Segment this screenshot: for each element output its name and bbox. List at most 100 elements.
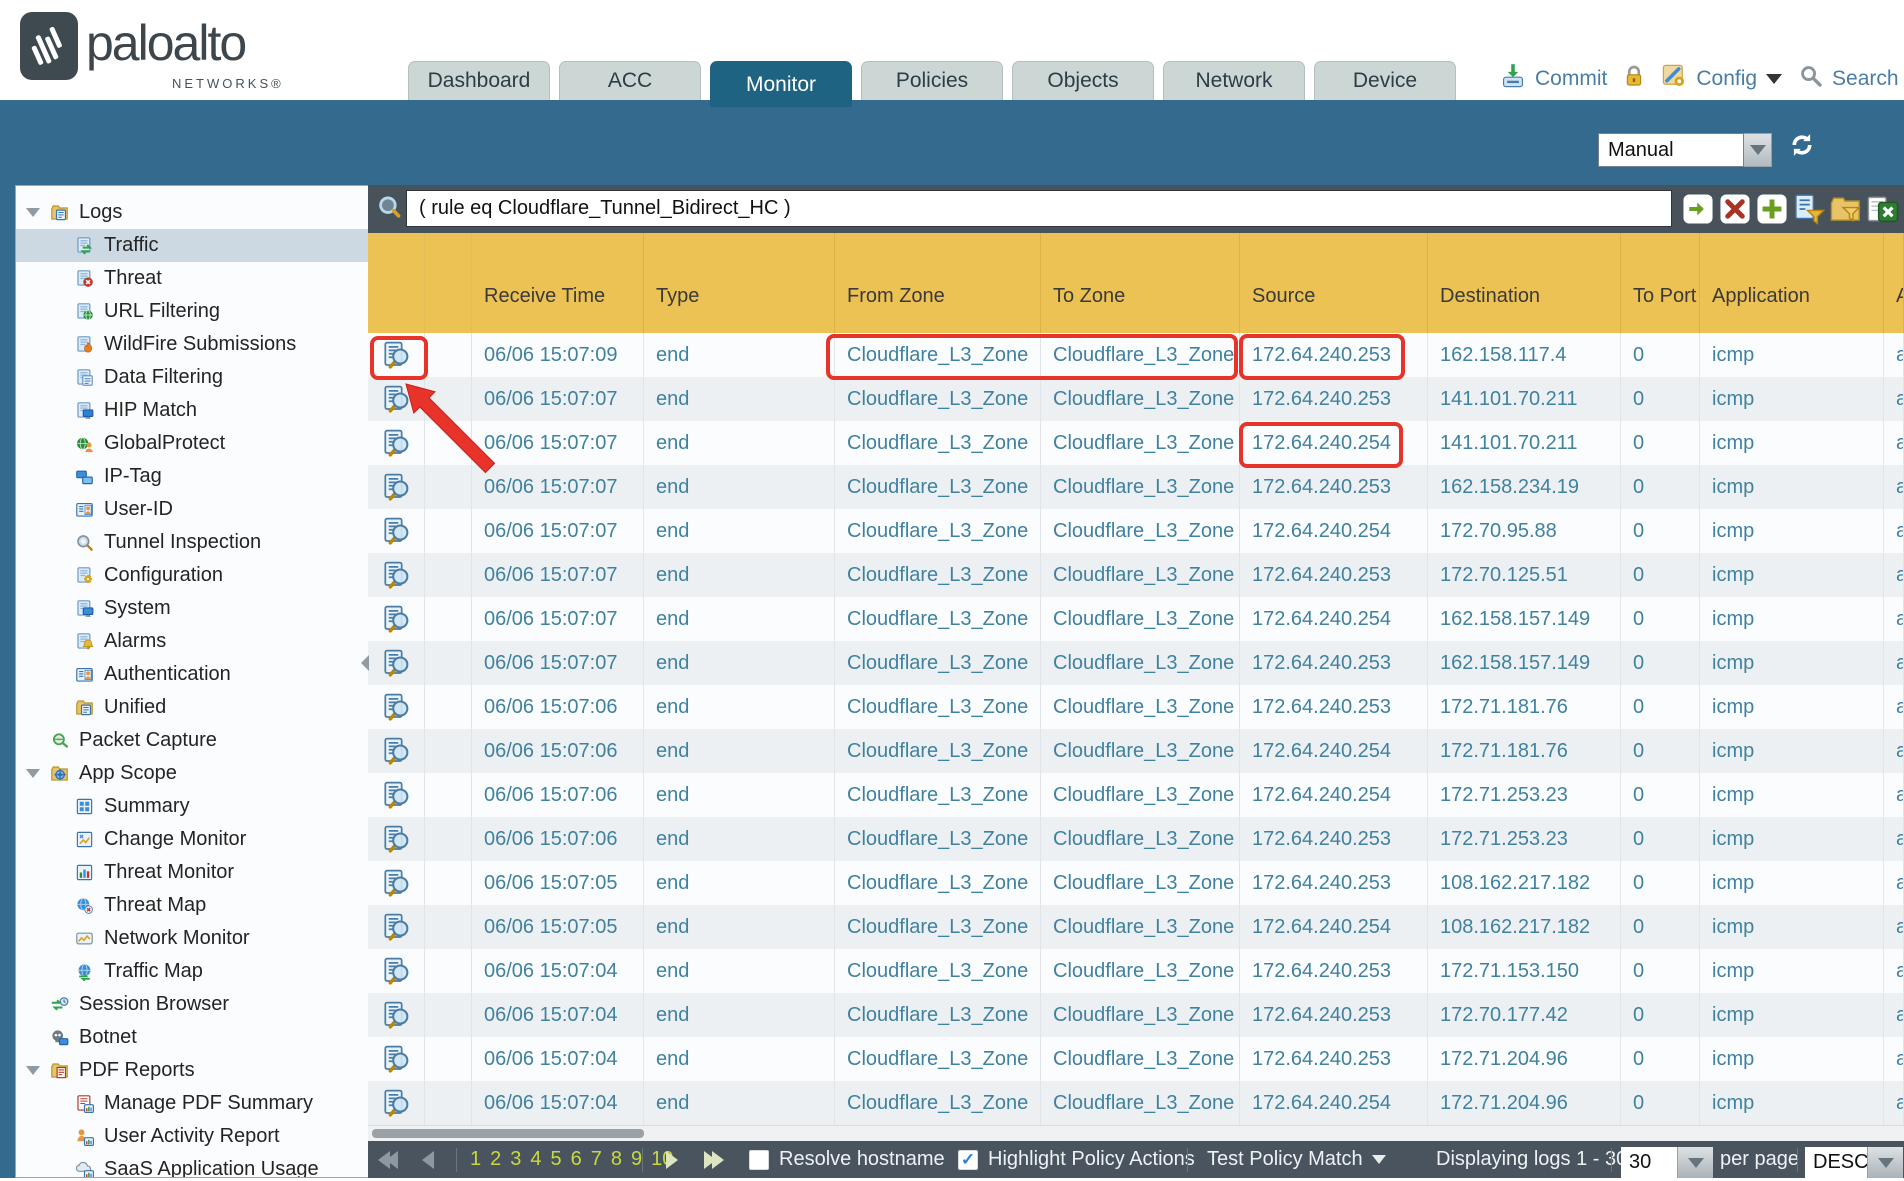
log-detail-icon[interactable] bbox=[368, 333, 425, 377]
col-header-to-port[interactable]: To Port bbox=[1621, 233, 1700, 333]
apply-filter-icon[interactable] bbox=[1682, 193, 1714, 225]
highlight-policy-checkbox[interactable]: ✓ bbox=[958, 1150, 978, 1170]
log-row[interactable]: 06/06 15:07:04endCloudflare_L3_ZoneCloud… bbox=[368, 993, 1904, 1037]
log-row[interactable]: 06/06 15:07:05endCloudflare_L3_ZoneCloud… bbox=[368, 861, 1904, 905]
sidebar-item-traffic[interactable]: Traffic bbox=[16, 229, 368, 262]
sidebar-item-manage-pdf-summary[interactable]: Manage PDF Summary bbox=[16, 1087, 368, 1120]
log-detail-icon[interactable] bbox=[368, 685, 425, 729]
tab-network[interactable]: Network bbox=[1163, 61, 1305, 100]
log-detail-icon[interactable] bbox=[368, 1081, 425, 1125]
sidebar-item-configuration[interactable]: Configuration bbox=[16, 559, 368, 592]
log-row[interactable]: 06/06 15:07:06endCloudflare_L3_ZoneCloud… bbox=[368, 817, 1904, 861]
refresh-icon[interactable] bbox=[1788, 131, 1816, 164]
page-number-2[interactable]: 2 bbox=[490, 1148, 501, 1171]
log-detail-icon[interactable] bbox=[368, 905, 425, 949]
log-row[interactable]: 06/06 15:07:07endCloudflare_L3_ZoneCloud… bbox=[368, 641, 1904, 685]
log-row[interactable]: 06/06 15:07:05endCloudflare_L3_ZoneCloud… bbox=[368, 905, 1904, 949]
lock-icon[interactable] bbox=[1622, 64, 1646, 94]
log-detail-icon[interactable] bbox=[368, 553, 425, 597]
log-detail-icon[interactable] bbox=[368, 729, 425, 773]
tab-dashboard[interactable]: Dashboard bbox=[408, 61, 550, 100]
search-button[interactable]: Search bbox=[1832, 67, 1899, 91]
log-detail-icon[interactable] bbox=[368, 377, 425, 421]
horizontal-scrollbar-thumb[interactable] bbox=[372, 1129, 644, 1138]
sidebar-item-user-id[interactable]: User-ID bbox=[16, 493, 368, 526]
sidebar-item-network-monitor[interactable]: Network Monitor bbox=[16, 922, 368, 955]
log-row[interactable]: 06/06 15:07:04endCloudflare_L3_ZoneCloud… bbox=[368, 1037, 1904, 1081]
sidebar-item-traffic-map[interactable]: Traffic Map bbox=[16, 955, 368, 988]
tab-objects[interactable]: Objects bbox=[1012, 61, 1154, 100]
resolve-hostname-checkbox[interactable] bbox=[749, 1150, 769, 1170]
sidebar-item-threat-monitor[interactable]: Threat Monitor bbox=[16, 856, 368, 889]
log-detail-icon[interactable] bbox=[368, 817, 425, 861]
col-header-destination[interactable]: Destination bbox=[1428, 233, 1621, 333]
page-number-8[interactable]: 8 bbox=[611, 1148, 622, 1171]
sidebar-item-hip-match[interactable]: HIP Match bbox=[16, 394, 368, 427]
search-icon[interactable] bbox=[1799, 64, 1823, 94]
log-row[interactable]: 06/06 15:07:04endCloudflare_L3_ZoneCloud… bbox=[368, 949, 1904, 993]
commit-button[interactable]: Commit bbox=[1535, 67, 1607, 91]
per-page-caret-icon[interactable] bbox=[1677, 1147, 1713, 1178]
log-row[interactable]: 06/06 15:07:06endCloudflare_L3_ZoneCloud… bbox=[368, 773, 1904, 817]
sidebar-collapse-handle[interactable] bbox=[361, 648, 370, 678]
sidebar-item-globalprotect[interactable]: GlobalProtect bbox=[16, 427, 368, 460]
sidebar-item-packet-capture[interactable]: Packet Capture bbox=[16, 724, 368, 757]
col-header-from-zone[interactable]: From Zone bbox=[835, 233, 1041, 333]
sidebar-item-authentication[interactable]: Authentication bbox=[16, 658, 368, 691]
col-header-a[interactable]: A bbox=[1884, 233, 1904, 333]
test-policy-match-button[interactable]: Test Policy Match bbox=[1207, 1141, 1386, 1178]
log-detail-icon[interactable] bbox=[368, 509, 425, 553]
commit-icon[interactable] bbox=[1500, 63, 1526, 95]
sidebar-item-session-browser[interactable]: Session Browser bbox=[16, 988, 368, 1021]
page-number-1[interactable]: 1 bbox=[470, 1148, 481, 1171]
next-page-button[interactable] bbox=[666, 1141, 678, 1178]
log-detail-icon[interactable] bbox=[368, 1037, 425, 1081]
sidebar-item-saas-application-usage[interactable]: SaaS Application Usage bbox=[16, 1153, 368, 1178]
sidebar-item-threat-map[interactable]: Threat Map bbox=[16, 889, 368, 922]
tab-monitor[interactable]: Monitor bbox=[710, 61, 852, 107]
sidebar-item-summary[interactable]: Summary bbox=[16, 790, 368, 823]
per-page-value[interactable]: 30 bbox=[1621, 1147, 1677, 1178]
log-row[interactable]: 06/06 15:07:07endCloudflare_L3_ZoneCloud… bbox=[368, 377, 1904, 421]
refresh-mode-value[interactable]: Manual bbox=[1598, 133, 1744, 167]
log-detail-icon[interactable] bbox=[368, 949, 425, 993]
config-button[interactable]: Config bbox=[1696, 67, 1757, 91]
sidebar-item-wildfire-submissions[interactable]: WildFire Submissions bbox=[16, 328, 368, 361]
prev-page-button[interactable] bbox=[422, 1141, 434, 1178]
page-number-4[interactable]: 4 bbox=[530, 1148, 541, 1171]
tab-device[interactable]: Device bbox=[1314, 61, 1456, 100]
clear-filter-icon[interactable] bbox=[1719, 193, 1751, 225]
horizontal-scrollbar[interactable] bbox=[368, 1125, 1904, 1141]
refresh-mode-caret-icon[interactable] bbox=[1744, 133, 1772, 167]
log-row[interactable]: 06/06 15:07:07endCloudflare_L3_ZoneCloud… bbox=[368, 553, 1904, 597]
log-row[interactable]: 06/06 15:07:07endCloudflare_L3_ZoneCloud… bbox=[368, 509, 1904, 553]
sidebar-item-change-monitor[interactable]: Change Monitor bbox=[16, 823, 368, 856]
filter-query-input[interactable] bbox=[406, 190, 1672, 227]
log-row[interactable]: 06/06 15:07:06endCloudflare_L3_ZoneCloud… bbox=[368, 685, 1904, 729]
sort-order-select[interactable]: DESC bbox=[1805, 1144, 1903, 1181]
save-filter-icon[interactable] bbox=[1793, 193, 1825, 225]
col-header-source[interactable]: Source bbox=[1240, 233, 1428, 333]
per-page-select[interactable]: 30 bbox=[1621, 1144, 1713, 1181]
refresh-mode-select[interactable]: Manual bbox=[1598, 133, 1772, 167]
log-row[interactable]: 06/06 15:07:07endCloudflare_L3_ZoneCloud… bbox=[368, 421, 1904, 465]
sidebar-item-unified[interactable]: Unified bbox=[16, 691, 368, 724]
page-number-5[interactable]: 5 bbox=[551, 1148, 562, 1171]
page-number-9[interactable]: 9 bbox=[631, 1148, 642, 1171]
log-row[interactable]: 06/06 15:07:06endCloudflare_L3_ZoneCloud… bbox=[368, 729, 1904, 773]
page-number-3[interactable]: 3 bbox=[510, 1148, 521, 1171]
tab-acc[interactable]: ACC bbox=[559, 61, 701, 100]
log-detail-icon[interactable] bbox=[368, 597, 425, 641]
tab-policies[interactable]: Policies bbox=[861, 61, 1003, 100]
col-header-to-zone[interactable]: To Zone bbox=[1041, 233, 1240, 333]
page-number-7[interactable]: 7 bbox=[591, 1148, 602, 1171]
log-detail-icon[interactable] bbox=[368, 641, 425, 685]
sidebar-item-pdf-reports[interactable]: PDF Reports bbox=[16, 1054, 368, 1087]
log-row[interactable]: 06/06 15:07:04endCloudflare_L3_ZoneCloud… bbox=[368, 1081, 1904, 1125]
sidebar-item-ip-tag[interactable]: IP-Tag bbox=[16, 460, 368, 493]
col-header-application[interactable]: Application bbox=[1700, 233, 1884, 333]
first-page-button[interactable] bbox=[378, 1141, 398, 1178]
sort-order-value[interactable]: DESC bbox=[1805, 1147, 1867, 1178]
export-csv-icon[interactable] bbox=[1867, 193, 1899, 225]
sidebar-item-alarms[interactable]: Alarms bbox=[16, 625, 368, 658]
